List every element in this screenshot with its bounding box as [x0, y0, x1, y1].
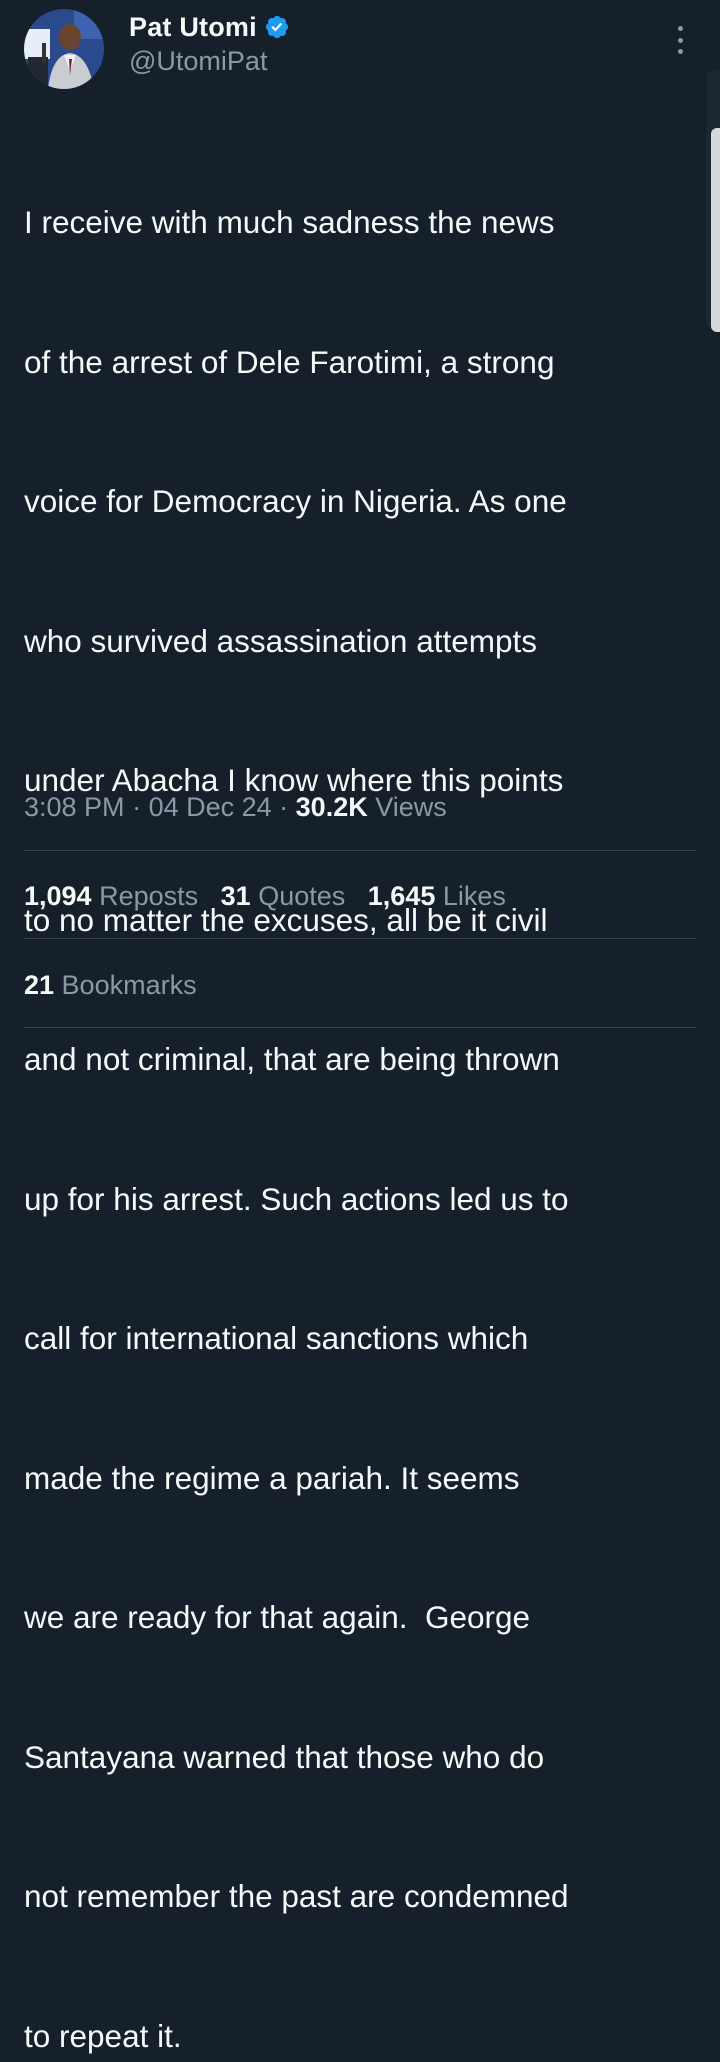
tweet-date[interactable]: 04 Dec 24 [149, 792, 272, 822]
tweet-line: up for his arrest. Such actions led us t… [24, 1180, 569, 1217]
tweet-line: voice for Democracy in Nigeria. As one [24, 483, 567, 519]
author-display-name[interactable]: Pat Utomi [129, 12, 257, 43]
tweet-line: and not criminal, that are being thrown [24, 1041, 560, 1077]
tweet-text: I receive with much sadness the news of … [24, 106, 699, 2062]
tweet-meta: 3:08 PM · 04 Dec 24 · 30.2K Views [24, 787, 447, 827]
tweet-time[interactable]: 3:08 PM [24, 792, 125, 822]
likes-count: 1,645 [367, 881, 436, 911]
bookmarks-count: 21 [24, 970, 55, 1000]
author-name-row[interactable]: Pat Utomi [129, 10, 290, 44]
more-dot [677, 37, 683, 43]
tweet-line: we are ready for that again. George [24, 1599, 531, 1635]
divider [24, 938, 696, 939]
bookmarks-stat[interactable]: 21 Bookmarks [24, 965, 197, 1005]
tweet-line: made the regime a pariah. It seems [24, 1459, 520, 1496]
bookmarks-label: Bookmarks [54, 970, 197, 1000]
more-dot [677, 26, 683, 31]
more-options-icon[interactable] [670, 26, 690, 54]
engagement-stats: 1,094 Reposts 31 Quotes 1,645 Likes [24, 876, 506, 916]
tweet-line: to repeat it. [24, 2017, 182, 2054]
more-dot [677, 49, 683, 54]
views-count: 30.2K [295, 792, 368, 822]
reposts-label: Reposts [91, 881, 199, 911]
views-label: Views [367, 792, 447, 822]
likes-link[interactable]: 1,645 Likes [368, 881, 506, 911]
quotes-label: Quotes [250, 881, 346, 911]
author-handle[interactable]: @UtomiPat [129, 46, 267, 77]
quotes-count: 31 [220, 881, 251, 911]
quotes-link[interactable]: 31 Quotes [221, 881, 346, 911]
verified-badge-icon [265, 15, 288, 39]
divider [24, 850, 696, 851]
likes-label: Likes [435, 881, 506, 911]
tweet-line: call for international sanctions which [24, 1320, 529, 1356]
side-panel-handle[interactable] [711, 128, 720, 332]
tweet-line: not remember the past are condemned [24, 1878, 569, 1914]
tweet-line: of the arrest of Dele Farotimi, a strong [24, 343, 555, 380]
meta-separator: · [271, 792, 296, 822]
avatar[interactable] [24, 9, 104, 89]
divider [24, 1027, 696, 1028]
tweet-line: I receive with much sadness the news [24, 204, 555, 240]
tweet-line: Santayana warned that those who do [24, 1738, 545, 1775]
reposts-link[interactable]: 1,094 Reposts [24, 881, 198, 911]
reposts-count: 1,094 [24, 881, 92, 911]
avatar-image [24, 9, 104, 89]
meta-separator: · [124, 792, 149, 822]
tweet-line: who survived assassination attempts [24, 622, 537, 659]
